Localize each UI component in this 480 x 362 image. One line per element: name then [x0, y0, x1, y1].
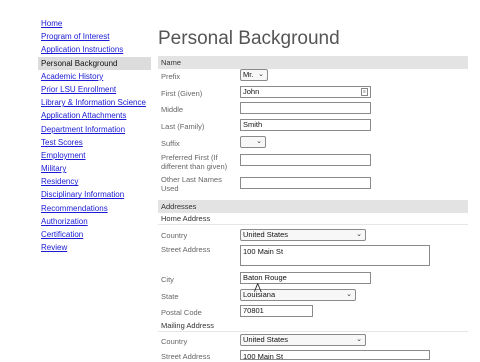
sidebar-item-department-information[interactable]: Department Information — [38, 123, 151, 136]
sidebar-item-academic-history[interactable]: Academic History — [38, 70, 151, 83]
mailing-country-label: Country — [161, 337, 188, 346]
mailing-address-heading: Mailing Address — [158, 320, 468, 332]
sidebar-item-certification[interactable]: Certification — [38, 228, 151, 241]
home-postal-label: Postal Code — [161, 308, 202, 317]
middle-name-label: Middle — [161, 105, 184, 114]
preferred-first-field[interactable] — [240, 154, 371, 166]
middle-name-field[interactable] — [240, 102, 371, 114]
last-name-value: Smith — [243, 120, 263, 129]
sidebar-item-personal-background[interactable]: Personal Background — [38, 56, 151, 70]
sidebar-item-test-scores[interactable]: Test Scores — [38, 136, 151, 149]
other-last-names-field[interactable] — [240, 177, 371, 189]
name-section-header: Name — [158, 56, 468, 69]
prefix-value: Mr. — [243, 70, 254, 79]
text-cursor-icon: ⋀ — [254, 282, 262, 292]
sidebar-item-application-attachments[interactable]: Application Attachments — [38, 109, 151, 122]
mailing-street-field[interactable]: 100 Main St — [240, 350, 430, 361]
sidebar-item-program-of-interest[interactable]: Program of Interest — [38, 30, 151, 43]
addresses-section-header: Addresses — [158, 200, 468, 213]
prefix-label: Prefix — [161, 72, 181, 81]
contact-card-icon[interactable]: ≡ — [361, 88, 368, 96]
chevron-down-icon: ⌄ — [346, 291, 352, 298]
home-postal-value: 70801 — [243, 306, 264, 315]
home-street-field[interactable]: 100 Main St — [240, 245, 430, 266]
main-content: Personal Background Name Prefix Mr. ⌄ Fi… — [158, 0, 468, 361]
page-title: Personal Background — [158, 28, 340, 49]
sidebar-item-disciplinary-information[interactable]: Disciplinary Information — [38, 188, 151, 201]
home-city-value: Baton Rouge — [243, 273, 287, 282]
sidebar-item-authorization[interactable]: Authorization — [38, 215, 151, 228]
chevron-down-icon: ⌄ — [356, 336, 362, 343]
sidebar-item-prior-lsu-enrollment[interactable]: Prior LSU Enrollment — [38, 83, 151, 96]
mailing-country-value: United States — [243, 335, 289, 344]
last-name-field[interactable]: Smith — [240, 119, 371, 131]
home-street-value: 100 Main St — [243, 247, 284, 256]
chevron-down-icon: ⌄ — [258, 71, 264, 78]
suffix-select[interactable]: ⌄ — [240, 136, 266, 148]
prefix-select[interactable]: Mr. ⌄ — [240, 69, 268, 81]
home-country-value: United States — [243, 230, 289, 239]
sidebar-item-home[interactable]: Home — [38, 17, 151, 30]
mailing-country-select[interactable]: United States ⌄ — [240, 334, 366, 346]
other-last-names-label: Other Last Names Used — [161, 175, 222, 193]
sidebar-item-military[interactable]: Military — [38, 162, 151, 175]
first-name-field[interactable]: John ≡ — [240, 86, 371, 98]
home-street-label: Street Address — [161, 245, 211, 254]
home-city-label: City — [161, 275, 174, 284]
home-address-heading: Home Address — [158, 213, 468, 225]
chevron-down-icon: ⌄ — [356, 231, 362, 238]
sidebar-item-application-instructions[interactable]: Application Instructions — [38, 43, 151, 56]
home-country-select[interactable]: United States ⌄ — [240, 229, 366, 241]
sidebar-item-library-information-science[interactable]: Library & Information Science — [38, 96, 151, 109]
home-country-label: Country — [161, 231, 188, 240]
last-name-label: Last (Family) — [161, 122, 205, 131]
home-state-label: State — [161, 292, 179, 301]
sidebar-item-recommendations[interactable]: Recommendations — [38, 202, 151, 215]
chevron-down-icon: ⌄ — [256, 138, 262, 145]
sidebar-item-review[interactable]: Review — [38, 241, 151, 254]
first-name-label: First (Given) — [161, 89, 203, 98]
home-postal-field[interactable]: 70801 — [240, 305, 313, 317]
sidebar-item-employment[interactable]: Employment — [38, 149, 151, 162]
sidebar-nav: Home Program of Interest Application Ins… — [38, 17, 151, 254]
sidebar-item-residency[interactable]: Residency — [38, 175, 151, 188]
suffix-label: Suffix — [161, 139, 180, 148]
preferred-first-label: Preferred First (If different than given… — [161, 153, 228, 171]
first-name-value: John — [243, 87, 260, 96]
